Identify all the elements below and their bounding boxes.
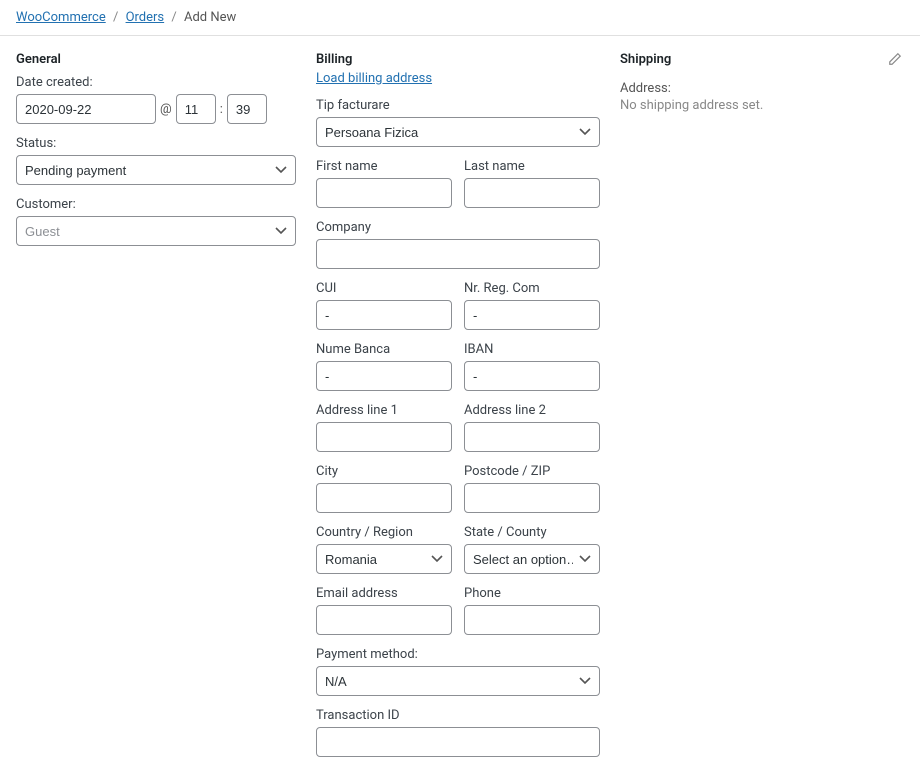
breadcrumb-woocommerce[interactable]: WooCommerce: [16, 10, 106, 25]
city-input[interactable]: [316, 483, 452, 513]
company-label: Company: [316, 220, 600, 235]
state-select[interactable]: Select an option…: [464, 544, 600, 574]
at-symbol: @: [160, 102, 172, 117]
hour-input[interactable]: [176, 94, 216, 124]
iban-label: IBAN: [464, 342, 600, 357]
breadcrumb-orders[interactable]: Orders: [126, 10, 165, 25]
phone-label: Phone: [464, 586, 600, 601]
breadcrumb: WooCommerce / Orders / Add New: [0, 0, 920, 36]
general-heading: General: [16, 52, 296, 67]
shipping-heading: Shipping: [620, 52, 904, 67]
breadcrumb-current: Add New: [184, 10, 236, 25]
pencil-icon[interactable]: [888, 52, 904, 68]
payment-method-select[interactable]: N/A: [316, 666, 600, 696]
minute-input[interactable]: [227, 94, 267, 124]
customer-select[interactable]: Guest: [16, 216, 296, 246]
cui-input[interactable]: [316, 300, 452, 330]
first-name-label: First name: [316, 159, 452, 174]
address-line-1-label: Address line 1: [316, 403, 452, 418]
shipping-no-address: No shipping address set.: [620, 98, 904, 113]
shipping-address-label: Address:: [620, 81, 904, 96]
tip-facturare-label: Tip facturare: [316, 98, 600, 113]
transaction-id-label: Transaction ID: [316, 708, 600, 723]
transaction-id-input[interactable]: [316, 727, 600, 757]
last-name-input[interactable]: [464, 178, 600, 208]
date-created-label: Date created:: [16, 75, 296, 90]
email-label: Email address: [316, 586, 452, 601]
shipping-section: Shipping Address: No shipping address se…: [620, 52, 904, 757]
address-line-2-input[interactable]: [464, 422, 600, 452]
colon-symbol: :: [220, 102, 223, 117]
first-name-input[interactable]: [316, 178, 452, 208]
state-label: State / County: [464, 525, 600, 540]
tip-facturare-select[interactable]: Persoana Fizica: [316, 117, 600, 147]
breadcrumb-sep: /: [113, 10, 118, 25]
postcode-label: Postcode / ZIP: [464, 464, 600, 479]
address-line-2-label: Address line 2: [464, 403, 600, 418]
nr-reg-com-label: Nr. Reg. Com: [464, 281, 600, 296]
last-name-label: Last name: [464, 159, 600, 174]
breadcrumb-sep: /: [171, 10, 176, 25]
city-label: City: [316, 464, 452, 479]
nume-banca-input[interactable]: [316, 361, 452, 391]
company-input[interactable]: [316, 239, 600, 269]
postcode-input[interactable]: [464, 483, 600, 513]
billing-section: Billing Load billing address Tip factura…: [316, 52, 600, 757]
address-line-1-input[interactable]: [316, 422, 452, 452]
nr-reg-com-input[interactable]: [464, 300, 600, 330]
general-section: General Date created: @ : Status: Pendin…: [16, 52, 296, 757]
billing-heading: Billing: [316, 52, 600, 67]
nume-banca-label: Nume Banca: [316, 342, 452, 357]
country-select[interactable]: Romania: [316, 544, 452, 574]
status-select[interactable]: Pending payment: [16, 155, 296, 185]
load-billing-address-link[interactable]: Load billing address: [316, 71, 432, 86]
payment-method-label: Payment method:: [316, 647, 600, 662]
customer-label: Customer:: [16, 197, 296, 212]
cui-label: CUI: [316, 281, 452, 296]
status-label: Status:: [16, 136, 296, 151]
country-label: Country / Region: [316, 525, 452, 540]
date-created-input[interactable]: [16, 94, 156, 124]
iban-input[interactable]: [464, 361, 600, 391]
